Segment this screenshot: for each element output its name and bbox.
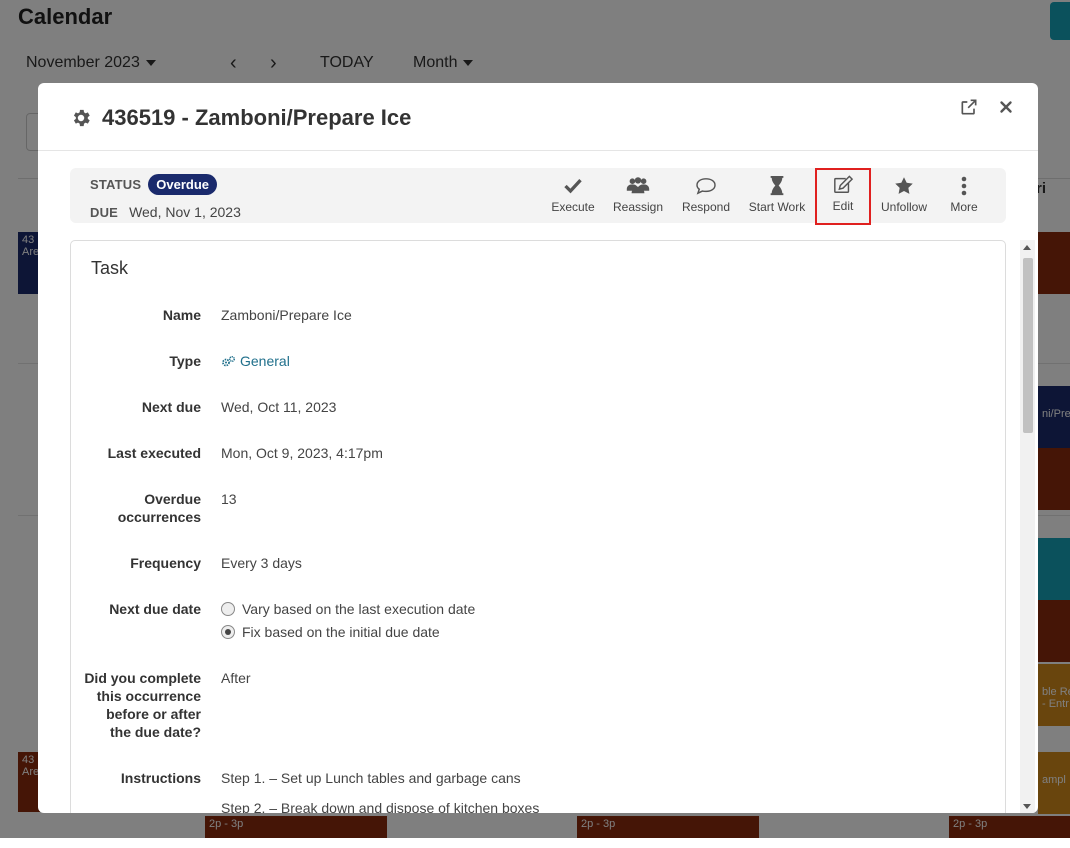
status-bar: STATUS Overdue DUE Wed, Nov 1, 2023 Exec…: [70, 168, 1006, 225]
field-label: Name: [162, 307, 201, 323]
scroll-up-icon[interactable]: [1023, 245, 1031, 250]
scrollbar[interactable]: [1020, 240, 1035, 813]
field-label-line: Did you complete: [84, 670, 201, 686]
respond-button[interactable]: Respond: [679, 174, 733, 218]
field-value: 13: [221, 491, 237, 507]
more-label: More: [950, 200, 978, 214]
field-label-line: before or after: [106, 706, 201, 722]
reassign-label: Reassign: [612, 200, 664, 214]
more-vertical-icon: [961, 175, 967, 197]
radio-button[interactable]: [221, 602, 235, 616]
field-value: Step 1. – Set up Lunch tables and garbag…: [221, 769, 539, 813]
unfollow-button[interactable]: Unfollow: [878, 174, 930, 218]
more-button[interactable]: More: [943, 174, 985, 218]
open-external-icon[interactable]: [959, 97, 979, 117]
field-label-line: the due date?: [109, 724, 201, 740]
type-link[interactable]: General: [221, 352, 290, 370]
status-badge: Overdue: [148, 174, 218, 195]
scroll-thumb[interactable]: [1023, 258, 1033, 433]
instruction-step: Step 1. – Set up Lunch tables and garbag…: [221, 770, 521, 786]
radio-option-fix[interactable]: Fix based on the initial due date: [221, 623, 475, 641]
radio-label: Fix based on the initial due date: [242, 624, 440, 640]
modal-title: 436519 - Zamboni/Prepare Ice: [70, 105, 411, 131]
status-row: STATUS Overdue: [90, 174, 218, 195]
field-label: Instructions: [120, 770, 201, 786]
field-label: Type: [169, 353, 201, 369]
modal-header: 436519 - Zamboni/Prepare Ice: [38, 83, 1038, 151]
close-icon[interactable]: [997, 98, 1015, 116]
due-row: DUE Wed, Nov 1, 2023: [90, 204, 241, 220]
field-label-line: occurrences: [117, 509, 201, 525]
panel-title: Task: [91, 258, 129, 278]
field-label-line: Overdue: [144, 491, 201, 507]
gear-icon: [70, 107, 92, 129]
field-label: Last executed: [107, 445, 201, 461]
start-work-label: Start Work: [748, 200, 806, 214]
field-label: Overdue occurrences: [71, 490, 201, 526]
edit-button[interactable]: Edit: [815, 168, 871, 225]
instruction-step: Step 2. – Break down and dispose of kitc…: [221, 800, 540, 813]
field-value: Zamboni/Prepare Ice: [221, 307, 352, 323]
radio-group: Vary based on the last execution date Fi…: [221, 600, 475, 646]
field-value: Every 3 days: [221, 555, 302, 571]
modal-title-text: 436519 - Zamboni/Prepare Ice: [102, 105, 412, 130]
gears-icon: [221, 355, 236, 368]
reassign-button[interactable]: Reassign: [610, 174, 666, 218]
task-modal: 436519 - Zamboni/Prepare Ice STATUS Over…: [38, 83, 1038, 813]
task-panel: Task Name Zamboni/Prepare Ice Type Gener…: [70, 240, 1006, 813]
radio-button[interactable]: [221, 625, 235, 639]
field-label: Next due: [141, 399, 201, 415]
field-value: Mon, Oct 9, 2023, 4:17pm: [221, 445, 383, 461]
radio-label: Vary based on the last execution date: [242, 601, 476, 617]
comment-icon: [695, 175, 717, 197]
due-label: DUE: [90, 204, 119, 220]
field-label: Did you complete this occurrence before …: [71, 669, 201, 741]
check-icon: [563, 175, 583, 197]
start-work-button[interactable]: Start Work: [747, 174, 807, 218]
field-value: After: [221, 670, 251, 686]
star-icon: [894, 175, 914, 197]
scroll-down-icon[interactable]: [1023, 804, 1031, 809]
users-icon: [626, 175, 650, 197]
field-label: Frequency: [130, 555, 201, 571]
edit-label: Edit: [832, 199, 854, 213]
respond-label: Respond: [681, 200, 731, 214]
execute-label: Execute: [551, 200, 595, 214]
status-label: STATUS: [90, 177, 142, 192]
field-label: Next due date: [109, 601, 201, 617]
type-value: General: [240, 353, 290, 369]
due-value: Wed, Nov 1, 2023: [129, 204, 241, 220]
edit-icon: [832, 174, 854, 196]
execute-button[interactable]: Execute: [547, 174, 599, 218]
field-value: Wed, Oct 11, 2023: [221, 399, 337, 415]
hourglass-icon: [769, 175, 785, 197]
radio-option-vary[interactable]: Vary based on the last execution date: [221, 600, 475, 618]
unfollow-label: Unfollow: [880, 200, 928, 214]
field-label-line: this occurrence: [96, 688, 201, 704]
